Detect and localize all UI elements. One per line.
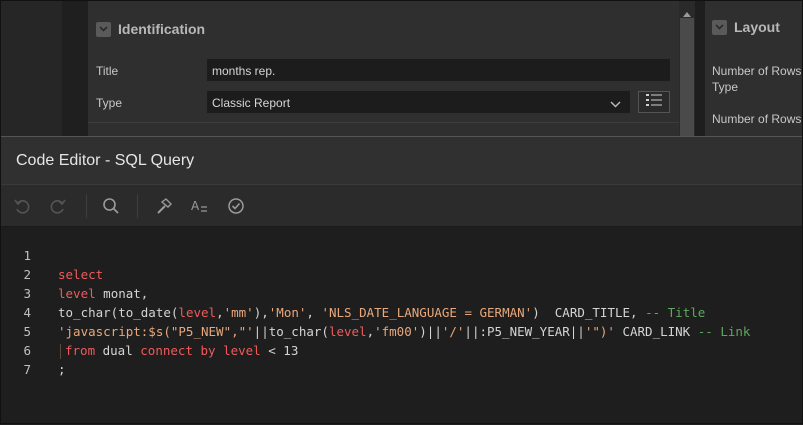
title-field[interactable]: months rep.: [207, 59, 670, 81]
code-line: 4 'javascript:$s("P5_NEW","'||to_char(le…: [0, 284, 803, 339]
panel-gap: [695, 0, 705, 136]
vertical-scrollbar[interactable]: [679, 0, 695, 136]
code-text: ;: [58, 362, 66, 377]
type-select[interactable]: Classic Report: [207, 91, 630, 113]
layout-section-header[interactable]: Layout: [712, 19, 780, 35]
code-line: 6 ;: [0, 322, 803, 377]
editor-toolbar: A: [0, 185, 803, 227]
number-of-rows-label: Number of Rows: [712, 112, 802, 126]
toolbar-separator: [86, 194, 87, 218]
type-select-value: Classic Report: [212, 96, 291, 110]
dialog-title-bar: Code Editor - SQL Query: [0, 137, 803, 185]
code-line: 2 level monat,: [0, 246, 803, 301]
type-label: Type: [96, 96, 123, 110]
chevron-down-icon: [610, 97, 621, 111]
title-label: Title: [96, 64, 119, 78]
code-line: 1 select: [0, 227, 803, 282]
dialog-title: Code Editor - SQL Query: [16, 152, 195, 169]
undo-icon[interactable]: [10, 194, 34, 218]
collapse-chevron-icon[interactable]: [712, 19, 727, 35]
left-gutter: [0, 0, 88, 136]
code-line: 7: [0, 341, 803, 377]
sql-code-editor[interactable]: 1 select 2 level monat, 3 to_char(to_dat…: [0, 227, 803, 425]
list-of-values-button[interactable]: [638, 91, 670, 113]
number-of-rows-type-label-line1: Number of Rows: [712, 64, 802, 78]
validate-icon[interactable]: [224, 194, 248, 218]
line-number: 7: [23, 362, 31, 377]
redo-icon[interactable]: [46, 194, 70, 218]
scrollbar-thumb[interactable]: [680, 18, 694, 136]
search-icon[interactable]: [99, 194, 123, 218]
autocomplete-icon[interactable]: A: [188, 194, 212, 218]
layout-section-title: Layout: [734, 19, 780, 35]
list-icon: [645, 93, 663, 112]
number-of-rows-type-label-line2: Type: [712, 80, 739, 94]
toolbar-separator: [137, 194, 138, 218]
code-editor-dialog: Code Editor - SQL Query A 1 select 2 lev…: [0, 136, 803, 425]
hammer-icon[interactable]: [152, 194, 176, 218]
section-divider: [88, 122, 679, 123]
collapse-chevron-icon[interactable]: [96, 21, 111, 37]
identification-section-header[interactable]: Identification: [96, 19, 205, 39]
identification-section-title: Identification: [118, 21, 206, 37]
code-line: 5 from dual connect by level < 13: [0, 303, 803, 359]
svg-text:A: A: [191, 199, 200, 213]
code-line: 3 to_char(to_date(level,'mm'),'Mon', 'NL…: [0, 265, 803, 320]
